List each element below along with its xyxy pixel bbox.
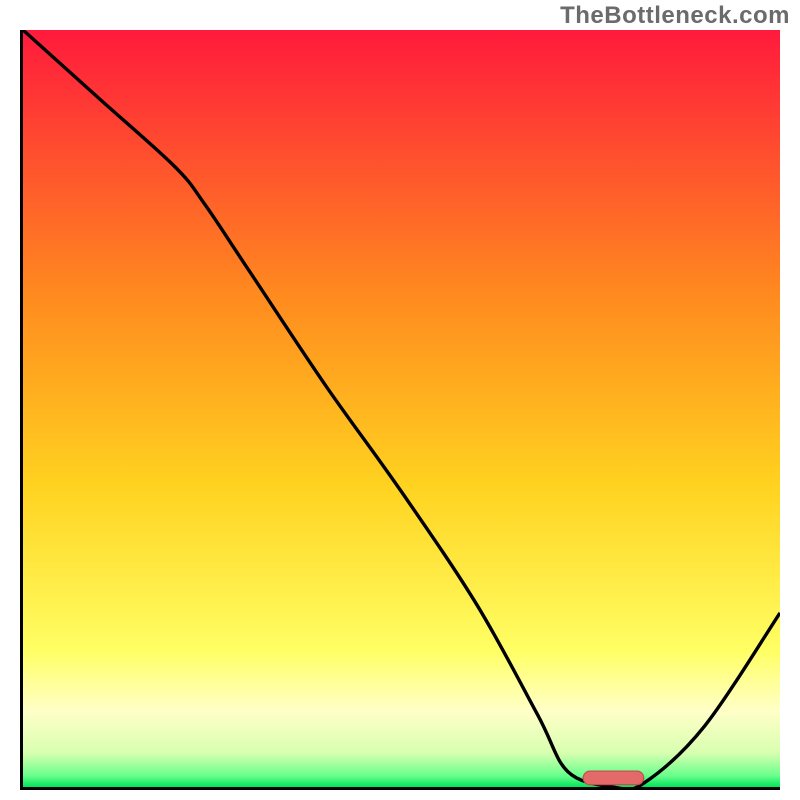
plot-svg (23, 30, 780, 787)
watermark-label: TheBottleneck.com (560, 2, 790, 30)
chart-root: TheBottleneck.com (0, 0, 800, 800)
plot-area (20, 30, 780, 790)
gradient-background (23, 30, 780, 787)
optimal-marker (583, 771, 644, 785)
